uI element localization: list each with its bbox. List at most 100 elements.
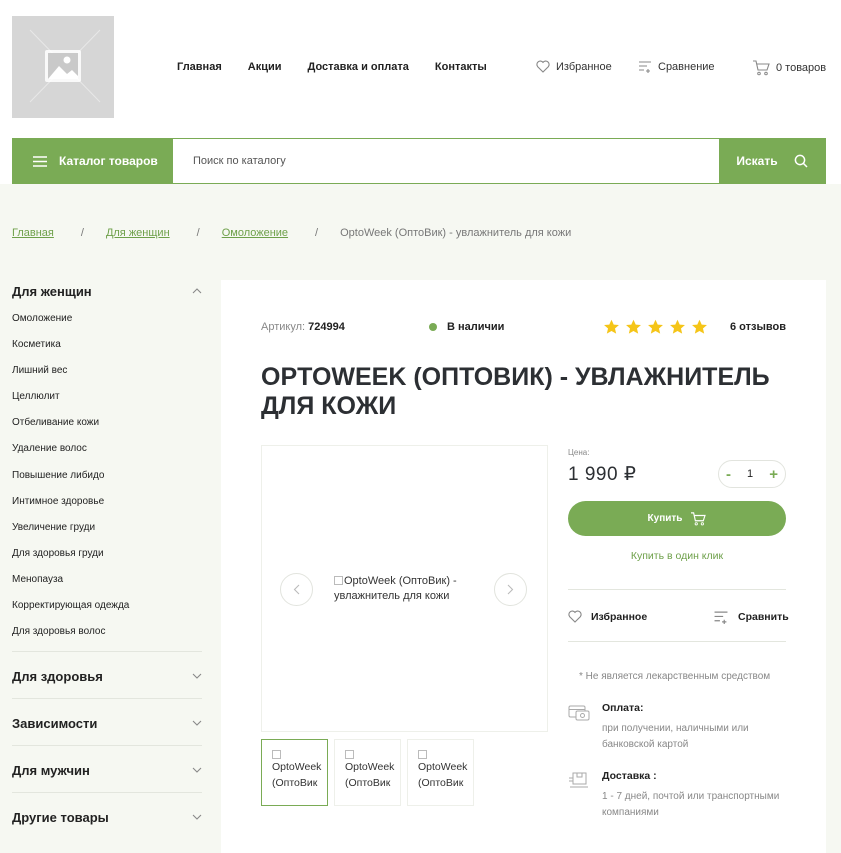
product-image-alt: OptoWeek (ОптоВик) - увлажнитель для кож… bbox=[334, 575, 457, 602]
sidebar-category-label: Другие товары bbox=[12, 809, 109, 825]
delivery-icon bbox=[569, 772, 588, 788]
sidebar-category-addictions[interactable]: Зависимости bbox=[12, 698, 202, 745]
quantity-increase-button[interactable]: + bbox=[769, 466, 778, 483]
breadcrumb: Главная / Для женщин / Омоложение / Opto… bbox=[12, 227, 571, 239]
sidebar-category-health[interactable]: Для здоровья bbox=[12, 651, 202, 698]
in-stock-dot-icon bbox=[429, 323, 437, 331]
header-favorites-label: Избранное bbox=[556, 60, 612, 73]
sidebar-item-intimate-health[interactable]: Интимное здоровье bbox=[12, 489, 202, 515]
sidebar-category-label: Для мужчин bbox=[12, 762, 90, 778]
payment-icon bbox=[568, 705, 590, 721]
sidebar-category-header: Для мужчин bbox=[12, 759, 202, 781]
sidebar-category-label: Для здоровья bbox=[12, 668, 103, 684]
header-compare-link[interactable]: Сравнение bbox=[638, 60, 715, 73]
breadcrumb-home[interactable]: Главная bbox=[12, 227, 54, 239]
nav-delivery[interactable]: Доставка и оплата bbox=[308, 61, 409, 73]
buy-button-label: Купить bbox=[647, 513, 683, 524]
sidebar-category-header: Для здоровья bbox=[12, 665, 202, 687]
thumbnail[interactable]: OptoWeek (ОптоВик bbox=[261, 739, 328, 806]
article-value: 724994 bbox=[308, 321, 345, 333]
catalog-button[interactable]: Каталог товаров bbox=[13, 139, 173, 183]
sidebar-item-rejuvenation[interactable]: Омоложение bbox=[12, 306, 202, 332]
search-button-label: Искать bbox=[736, 154, 778, 168]
nav-promotions[interactable]: Акции bbox=[248, 61, 282, 73]
cart-count: 0 товаров bbox=[776, 62, 827, 74]
chevron-down-icon bbox=[192, 767, 202, 773]
chevron-down-icon bbox=[192, 720, 202, 726]
add-to-compare-button[interactable]: Сравнить bbox=[713, 610, 789, 624]
sidebar-category-other[interactable]: Другие товары bbox=[12, 792, 202, 839]
payment-title: Оплата: bbox=[602, 702, 644, 714]
breadcrumb-rejuvenation[interactable]: Омоложение bbox=[222, 227, 288, 239]
sidebar-item-cellulite[interactable]: Целлюлит bbox=[12, 384, 202, 410]
header-compare-label: Сравнение bbox=[658, 60, 715, 73]
thumbnail-alt: OptoWeek (ОптоВик bbox=[418, 761, 468, 789]
search-icon bbox=[794, 154, 808, 168]
sidebar-item-menopause[interactable]: Менопауза bbox=[12, 567, 202, 593]
product-main-image[interactable]: OptoWeek (ОптоВик) - увлажнитель для кож… bbox=[334, 574, 484, 604]
menu-icon bbox=[33, 155, 47, 167]
sidebar-category-label: Для женщин bbox=[12, 283, 92, 299]
sidebar-category-men[interactable]: Для мужчин bbox=[12, 745, 202, 792]
compare-icon bbox=[639, 61, 651, 73]
heart-icon bbox=[568, 610, 582, 623]
sidebar-item-breast-enlargement[interactable]: Увеличение груди bbox=[12, 515, 202, 541]
star-icon bbox=[626, 319, 641, 334]
breadcrumb-current: OptoWeek (ОптоВик) - увлажнитель для кож… bbox=[340, 227, 572, 239]
payment-info: Оплата: при получении, наличными или бан… bbox=[568, 702, 782, 753]
sidebar-item-cosmetics[interactable]: Косметика bbox=[12, 332, 202, 358]
nav-contacts[interactable]: Контакты bbox=[435, 61, 487, 73]
search-button[interactable]: Искать bbox=[719, 139, 825, 183]
gallery-prev-button[interactable] bbox=[280, 573, 313, 606]
star-icon bbox=[604, 319, 619, 334]
sidebar-item-libido[interactable]: Повышение либидо bbox=[12, 463, 202, 489]
delivery-info: Доставка : 1 - 7 дней, почтой или трансп… bbox=[568, 770, 782, 821]
gallery-thumbnails: OptoWeek (ОптоВик OptoWeek (ОптоВик Opto… bbox=[261, 739, 474, 806]
header-cart-link[interactable]: 0 товаров bbox=[752, 60, 826, 76]
product-panel: Артикул: 724994 В наличии 6 отзывов Opto… bbox=[221, 280, 826, 853]
sidebar-item-hair-health[interactable]: Для здоровья волос bbox=[12, 619, 202, 645]
thumbnail[interactable]: OptoWeek (ОптоВик bbox=[407, 739, 474, 806]
compare-icon bbox=[714, 611, 728, 624]
search-input[interactable] bbox=[173, 139, 721, 183]
price-label: Цена: bbox=[568, 448, 590, 457]
sidebar-item-shapewear[interactable]: Корректирующая одежда bbox=[12, 593, 202, 619]
add-to-favorites-button[interactable]: Избранное bbox=[568, 610, 647, 623]
thumbnail[interactable]: OptoWeek (ОптоВик bbox=[334, 739, 401, 806]
reviews-link[interactable]: 6 отзывов bbox=[730, 321, 786, 333]
compare-label: Сравнить bbox=[738, 611, 789, 623]
divider bbox=[568, 641, 786, 642]
sidebar-item-whitening[interactable]: Отбеливание кожи bbox=[12, 410, 202, 436]
stock-status: В наличии bbox=[429, 321, 504, 333]
stock-label: В наличии bbox=[447, 321, 505, 333]
nav-home[interactable]: Главная bbox=[177, 61, 222, 73]
star-icon bbox=[692, 319, 707, 334]
catalog-search-bar: Каталог товаров Искать bbox=[12, 138, 826, 184]
delivery-title: Доставка : bbox=[602, 770, 657, 782]
quantity-stepper: - 1 + bbox=[718, 460, 786, 488]
buy-button[interactable]: Купить bbox=[568, 501, 786, 536]
quantity-decrease-button[interactable]: - bbox=[726, 466, 731, 483]
rating-stars bbox=[603, 319, 708, 335]
star-icon bbox=[670, 319, 685, 334]
breadcrumb-women[interactable]: Для женщин bbox=[106, 227, 170, 239]
gallery-next-button[interactable] bbox=[494, 573, 527, 606]
divider bbox=[568, 589, 786, 590]
sidebar-item-breast-health[interactable]: Для здоровья груди bbox=[12, 541, 202, 567]
breadcrumb-separator: / bbox=[315, 227, 319, 239]
sidebar-item-weight[interactable]: Лишний вес bbox=[12, 358, 202, 384]
quantity-value[interactable]: 1 bbox=[747, 468, 753, 480]
product-price: 1 990 ₽ bbox=[568, 464, 637, 485]
cart-icon bbox=[753, 60, 770, 76]
sidebar-category-header: Зависимости bbox=[12, 712, 202, 734]
one-click-buy-link[interactable]: Купить в один клик bbox=[568, 550, 786, 562]
sidebar-subcategory-list: Омоложение Косметика Лишний вес Целлюлит… bbox=[12, 306, 202, 651]
sidebar-category-women[interactable]: Для женщин bbox=[12, 280, 202, 302]
sidebar-category-header: Другие товары bbox=[12, 806, 202, 828]
breadcrumb-separator: / bbox=[196, 227, 200, 239]
logo[interactable] bbox=[12, 16, 114, 118]
header-favorites-link[interactable]: Избранное bbox=[536, 60, 612, 73]
sidebar-item-hair-removal[interactable]: Удаление волос bbox=[12, 436, 202, 462]
article-number: Артикул: 724994 bbox=[261, 321, 345, 333]
image-placeholder-icon bbox=[29, 29, 101, 103]
